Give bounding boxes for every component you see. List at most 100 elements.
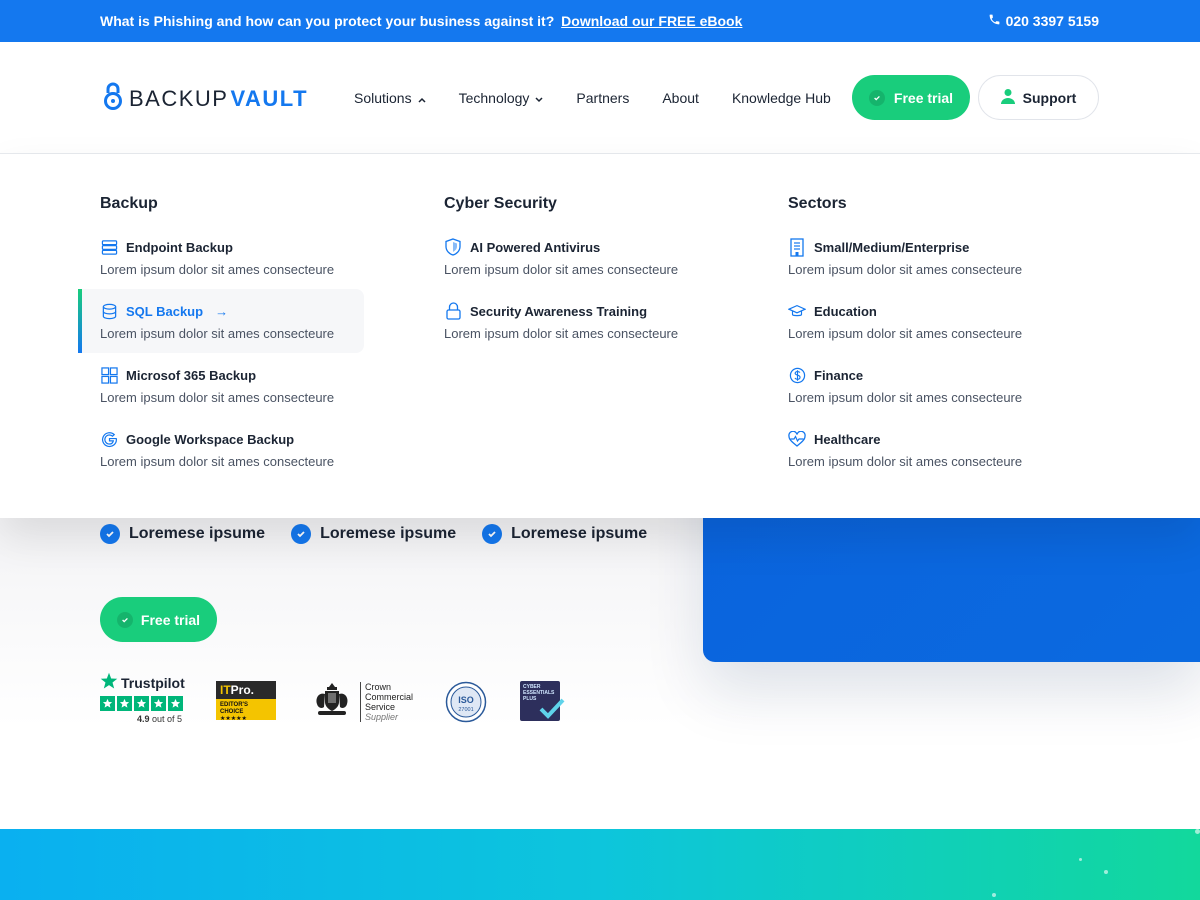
iso-number: 27001 [458, 707, 473, 713]
check-circle-icon [291, 524, 312, 544]
menu-item-title: Finance [814, 367, 864, 383]
announcement-text: What is Phishing and how can you protect… [100, 13, 555, 29]
ccs-line: Commercial [365, 691, 414, 702]
nav-partners-label: Partners [576, 90, 630, 106]
menu-item-description: Lorem ipsum dolor sit ames consecteure [100, 326, 335, 341]
nav-technology[interactable]: Technology [459, 90, 544, 106]
trustpilot-name: Trustpilot [121, 674, 185, 691]
itpro-caption-text: EDITOR'S CHOICE [220, 702, 248, 715]
menu-column-backup: Backup Endpoint Backup Lorem ipsum dolor… [100, 195, 334, 469]
arrow-right-icon: → [215, 303, 229, 319]
trustpilot-score: 4.9 [136, 714, 150, 724]
star-icon [134, 696, 149, 711]
cyber-essentials-plus-badge: CYBER ESSENTIALS PLUS [520, 681, 565, 721]
menu-column-title: Sectors [788, 195, 847, 212]
menu-item-description: Lorem ipsum dolor sit ames consecteure [788, 390, 1023, 405]
iso-27001-badge: ISO 27001 [445, 681, 487, 728]
nav-about[interactable]: About [662, 90, 699, 106]
menu-column-title: Cyber Security [444, 195, 557, 212]
menu-item-finance[interactable]: Finance Lorem ipsum dolor sit ames conse… [788, 366, 1078, 405]
check-icon [116, 611, 133, 628]
menu-column-title: Backup [100, 195, 158, 212]
menu-item-microsoft-365-backup[interactable]: Microsof 365 Backup Lorem ipsum dolor si… [100, 366, 390, 405]
hero-bullet: Loremese ipsume [482, 524, 647, 544]
google-icon [100, 430, 118, 448]
nav-knowledge-hub[interactable]: Knowledge Hub [732, 90, 831, 106]
header-free-trial-button[interactable]: Free trial [852, 75, 970, 120]
announcement-message: What is Phishing and how can you protect… [100, 13, 742, 29]
menu-column-sectors: Sectors Small/Medium/Enterprise Lorem ip… [788, 195, 1022, 469]
hero-free-trial-button[interactable]: Free trial [100, 597, 217, 642]
nav-partners[interactable]: Partners [576, 90, 629, 106]
menu-item-healthcare[interactable]: Healthcare Lorem ipsum dolor sit ames co… [788, 430, 1078, 469]
menu-item-endpoint-backup[interactable]: Endpoint Backup Lorem ipsum dolor sit am… [100, 238, 390, 278]
menu-item-sql-backup[interactable]: SQL Backup → Lorem ipsum dolor sit ames … [100, 302, 390, 341]
brand-logo[interactable]: BACKUP VAULT [103, 82, 308, 115]
ebook-download-link[interactable]: Download our FREE eBook [561, 13, 742, 29]
solutions-mega-menu: Backup Endpoint Backup Lorem ipsum dolor… [0, 154, 1200, 518]
itpro-logo: ITPro. [216, 681, 276, 699]
chevron-down-icon [535, 90, 543, 106]
decorative-dot [1104, 870, 1108, 874]
announcement-bar: What is Phishing and how can you protect… [0, 0, 1200, 42]
menu-item-description: Lorem ipsum dolor sit ames consecteure [100, 262, 335, 277]
active-item-indicator [78, 289, 82, 353]
menu-item-security-awareness-training[interactable]: Security Awareness Training Lorem ipsum … [444, 302, 734, 341]
menu-item-google-workspace-backup[interactable]: Google Workspace Backup Lorem ipsum dolo… [100, 430, 390, 470]
iso-label: ISO [458, 695, 474, 705]
menu-item-ai-antivirus[interactable]: AI Powered Antivirus Lorem ipsum dolor s… [444, 238, 734, 277]
menu-item-title: Microsof 365 Backup [126, 367, 257, 383]
hero-bullet-text: Loremese ipsume [320, 525, 457, 542]
trustpilot-badge[interactable]: Trustpilot 4.9 out of 5 [100, 672, 185, 724]
main-navigation: Solutions Technology Partners About Know… [354, 90, 864, 106]
user-icon [1000, 88, 1015, 107]
itpro-stars: ★★★★★ [220, 716, 247, 722]
server-icon [100, 238, 118, 256]
ccs-line: Supplier [365, 711, 399, 722]
phone-number: 020 3397 5159 [1005, 13, 1099, 29]
decorative-dot [992, 893, 996, 897]
itpro-caption: EDITOR'S CHOICE ★★★★★ [216, 699, 276, 723]
star-icon [151, 696, 166, 711]
itpro-logo-it: IT [220, 683, 231, 697]
site-header: BACKUP VAULT Solutions Technology Partne… [0, 42, 1200, 154]
crest-icon [309, 680, 355, 723]
menu-item-description: Lorem ipsum dolor sit ames consecteure [788, 454, 1023, 469]
hero-bullet-text: Loremese ipsume [511, 525, 648, 542]
grid-icon [100, 366, 118, 384]
menu-item-title: SQL Backup [126, 303, 204, 319]
nav-knowledge-hub-label: Knowledge Hub [731, 90, 831, 106]
menu-item-description: Lorem ipsum dolor sit ames consecteure [788, 326, 1023, 341]
menu-item-title: Education [814, 303, 877, 319]
star-icon [168, 696, 183, 711]
support-button[interactable]: Support [978, 75, 1099, 120]
shield-icon [444, 238, 462, 256]
trustpilot-score-suffix: out of 5 [151, 714, 182, 724]
checkmark-icon [538, 697, 566, 726]
trustpilot-rating: 4.9 out of 5 [100, 714, 184, 724]
menu-item-description: Lorem ipsum dolor sit ames consecteure [100, 390, 335, 405]
building-icon [788, 237, 806, 257]
nav-solutions[interactable]: Solutions [354, 90, 426, 106]
feature-band [0, 829, 1200, 900]
support-label: Support [1022, 89, 1077, 106]
menu-item-sme[interactable]: Small/Medium/Enterprise Lorem ipsum dolo… [788, 237, 1078, 277]
star-icon [100, 696, 115, 711]
menu-item-description: Lorem ipsum dolor sit ames consecteure [444, 262, 679, 277]
ccs-line: Service [365, 701, 396, 712]
phone-contact[interactable]: 020 3397 5159 [988, 13, 1099, 29]
crown-commercial-service-badge: Crown Commercial Service Supplier [309, 680, 413, 723]
menu-column-cyber-security: Cyber Security AI Powered Antivirus Lore… [444, 195, 678, 341]
nav-about-label: About [662, 90, 699, 106]
menu-item-title: Endpoint Backup [126, 239, 233, 255]
lock-logo-icon [103, 82, 123, 115]
nav-solutions-label: Solutions [354, 90, 412, 106]
menu-item-title: Google Workspace Backup [126, 431, 295, 447]
brand-name-part2: VAULT [230, 85, 309, 111]
decorative-dot [1079, 858, 1082, 861]
ccs-line: Crown [365, 681, 392, 692]
menu-item-education[interactable]: Education Lorem ipsum dolor sit ames con… [788, 302, 1078, 341]
menu-item-description: Lorem ipsum dolor sit ames consecteure [788, 262, 1023, 277]
hero-bullet: Loremese ipsume [291, 524, 456, 544]
phone-icon [988, 13, 1001, 29]
